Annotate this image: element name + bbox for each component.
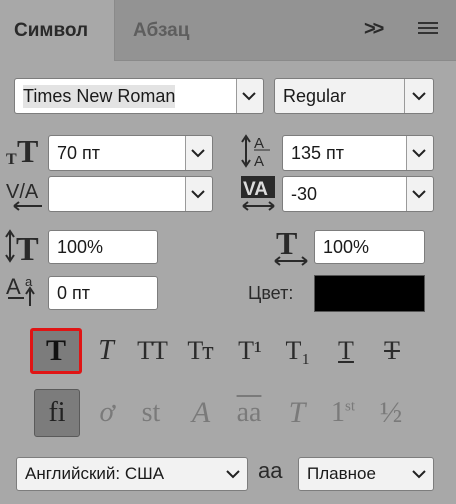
stylistic-alternates-button[interactable]: aa: [226, 389, 272, 437]
tab-paragraph-label: Абзац: [133, 20, 190, 41]
chevron-down-icon[interactable]: [184, 136, 212, 170]
baseline-shift-icon: A a: [6, 272, 46, 313]
svg-text:A: A: [6, 274, 21, 299]
language-dropdown[interactable]: Английский: США: [16, 457, 248, 491]
chevron-down-icon[interactable]: [405, 136, 433, 170]
font-size-value: 70 пт: [57, 142, 101, 163]
language-value: Английский: США: [25, 464, 165, 483]
chevron-down-icon[interactable]: [184, 177, 212, 211]
leading-icon: A A: [240, 130, 280, 175]
small-caps-button[interactable]: Tт: [174, 328, 226, 374]
svg-text:T: T: [17, 134, 38, 166]
font-family-value: Times New Roman: [23, 84, 176, 108]
ordinals-button[interactable]: 1st: [320, 389, 366, 437]
character-panel: Символ Абзац >> Times New Roman Regular …: [0, 0, 456, 504]
tracking-field[interactable]: -30: [282, 176, 434, 212]
antialias-icon: aa: [258, 458, 283, 483]
collapse-panel-icon[interactable]: >>: [364, 18, 384, 41]
svg-text:V/A: V/A: [6, 181, 39, 203]
titling-alternates-button[interactable]: T: [274, 389, 320, 437]
horizontal-scale-input[interactable]: 100%: [314, 230, 425, 264]
vertical-scale-input[interactable]: 100%: [48, 230, 158, 264]
color-label: Цвет:: [248, 283, 294, 303]
hamburger-menu-icon[interactable]: [418, 22, 438, 38]
vertical-scale-value: 100%: [57, 236, 104, 257]
kerning-field[interactable]: [48, 176, 213, 212]
tracking-value: -30: [291, 183, 318, 204]
tab-bar: Символ Абзац >>: [0, 0, 456, 61]
chevron-down-icon: [405, 458, 433, 490]
antialias-value: Плавное: [307, 464, 376, 483]
font-size-field[interactable]: 70 пт: [48, 135, 213, 171]
leading-field[interactable]: 135 пт: [282, 135, 434, 171]
chevron-down-icon[interactable]: [235, 79, 263, 113]
svg-text:T: T: [16, 231, 39, 264]
font-style-value: Regular: [283, 85, 347, 106]
vertical-scale-icon: T: [4, 228, 48, 269]
tracking-icon: VA: [240, 174, 280, 219]
color-swatch[interactable]: [314, 275, 425, 312]
all-caps-button[interactable]: TT: [126, 328, 178, 374]
svg-text:VA: VA: [243, 179, 268, 200]
fractions-button[interactable]: ½: [368, 389, 414, 437]
tab-character[interactable]: Символ: [0, 0, 114, 61]
svg-text:a: a: [25, 274, 33, 289]
baseline-shift-input[interactable]: 0 пт: [48, 276, 158, 310]
tab-paragraph[interactable]: Абзац: [114, 0, 225, 60]
leading-value: 135 пт: [291, 142, 345, 163]
discretionary-ligatures-button[interactable]: st: [128, 389, 174, 437]
contextual-alternates-button[interactable]: ơ: [84, 389, 130, 437]
baseline-shift-value: 0 пт: [57, 282, 91, 303]
font-size-icon: T T: [6, 133, 46, 171]
faux-italic-button[interactable]: T: [80, 328, 132, 374]
chevron-down-icon[interactable]: [405, 177, 433, 211]
swash-button[interactable]: A: [178, 389, 224, 437]
chevron-down-icon: [404, 79, 433, 113]
tab-character-label: Символ: [14, 20, 89, 41]
standard-ligatures-button[interactable]: fi: [34, 389, 80, 437]
svg-text:A: A: [254, 153, 264, 170]
underline-button[interactable]: T: [320, 328, 372, 374]
superscript-button[interactable]: T¹: [224, 328, 276, 374]
font-family-input[interactable]: Times New Roman: [15, 79, 237, 113]
font-family-dropdown[interactable]: Times New Roman: [14, 78, 264, 114]
horizontal-scale-value: 100%: [323, 236, 370, 257]
svg-text:T: T: [6, 151, 17, 166]
subscript-button[interactable]: T₁: [272, 328, 324, 374]
kerning-icon: V/A: [6, 176, 46, 217]
font-style-dropdown[interactable]: Regular: [274, 78, 434, 114]
antialias-dropdown[interactable]: Плавное: [298, 457, 434, 491]
chevron-down-icon: [219, 458, 247, 490]
faux-bold-button[interactable]: T: [30, 328, 82, 374]
strikethrough-button[interactable]: T: [366, 328, 418, 374]
svg-text:T: T: [276, 226, 297, 261]
horizontal-scale-icon: T: [272, 225, 312, 271]
svg-text:A: A: [254, 135, 264, 152]
